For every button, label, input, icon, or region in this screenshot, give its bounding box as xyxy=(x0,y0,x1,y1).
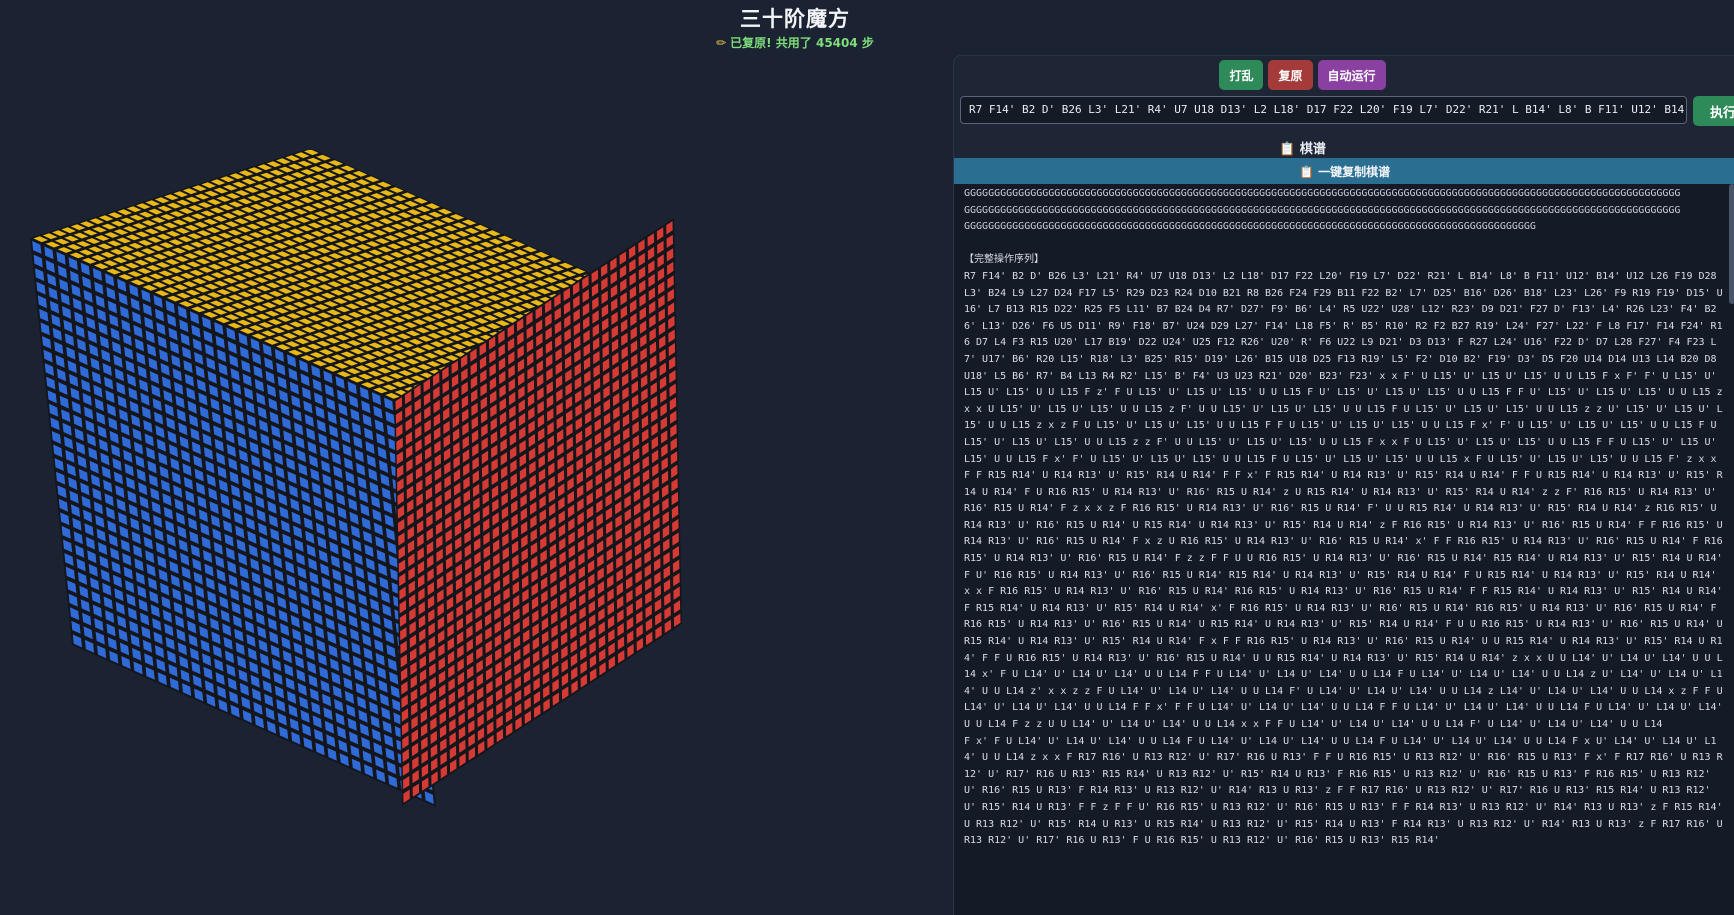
move-input[interactable]: R7 F14' B2 D' B26 L3' L21' R4' U7 U18 D1… xyxy=(960,96,1687,124)
clipboard-icon: 📋 xyxy=(1299,164,1314,179)
execute-button[interactable]: 执行 xyxy=(1693,96,1734,126)
state-string-line: GGGGGGGGGGGGGGGGGGGGGGGGGGGGGGGGGGGGGGGG… xyxy=(964,204,1681,216)
cube-svg[interactable] xyxy=(20,150,760,910)
solve-status-text: 已复原! 共用了 45404 步 xyxy=(730,36,874,50)
solve-status: ✏ 已复原! 共用了 45404 步 xyxy=(0,35,1590,51)
record-text-area[interactable]: GGGGGGGGGGGGGGGGGGGGGGGGGGGGGGGGGGGGGGGG… xyxy=(954,184,1734,915)
solve-button[interactable]: 复原 xyxy=(1268,60,1313,90)
pencil-icon: ✏ xyxy=(716,36,727,50)
sequence-heading: 【完整操作序列】 xyxy=(964,254,1044,266)
control-panel: 打乱 复原 自动运行 R7 F14' B2 D' B26 L3' L21' R4… xyxy=(953,55,1734,915)
header: 三十阶魔方 ✏ 已复原! 共用了 45404 步 xyxy=(0,6,1590,51)
record-scrollbar[interactable] xyxy=(1729,184,1734,304)
state-string-line: GGGGGGGGGGGGGGGGGGGGGGGGGGGGGGGGGGGGGGGG… xyxy=(964,221,1536,233)
auto-run-button[interactable]: 自动运行 xyxy=(1317,60,1386,90)
command-row: R7 F14' B2 D' B26 L3' L21' R4' U7 U18 D1… xyxy=(960,96,1734,126)
state-string-line: GGGGGGGGGGGGGGGGGGGGGGGGGGGGGGGGGGGGGGGG… xyxy=(964,188,1681,199)
move-sequence-text: R7 F14' B2 D' B26 L3' L21' R4' U7 U18 D1… xyxy=(964,270,1729,730)
clipboard-icon: 📋 xyxy=(1279,142,1296,157)
page-title: 三十阶魔方 xyxy=(740,7,850,31)
record-heading: 📋 棋谱 xyxy=(954,138,1651,157)
cube-3d-view[interactable] xyxy=(20,150,760,910)
scramble-button[interactable]: 打乱 xyxy=(1219,60,1264,90)
action-buttons: 打乱 复原 自动运行 xyxy=(954,60,1651,90)
move-sequence-text: F x' F U L14' U' L14 U' L14' U U L14 F U… xyxy=(964,735,1729,847)
record-heading-text: 棋谱 xyxy=(1299,142,1326,157)
copy-record-button[interactable]: 📋 一键复制棋谱 xyxy=(954,158,1734,184)
copy-record-label: 一键复制棋谱 xyxy=(1318,164,1391,179)
